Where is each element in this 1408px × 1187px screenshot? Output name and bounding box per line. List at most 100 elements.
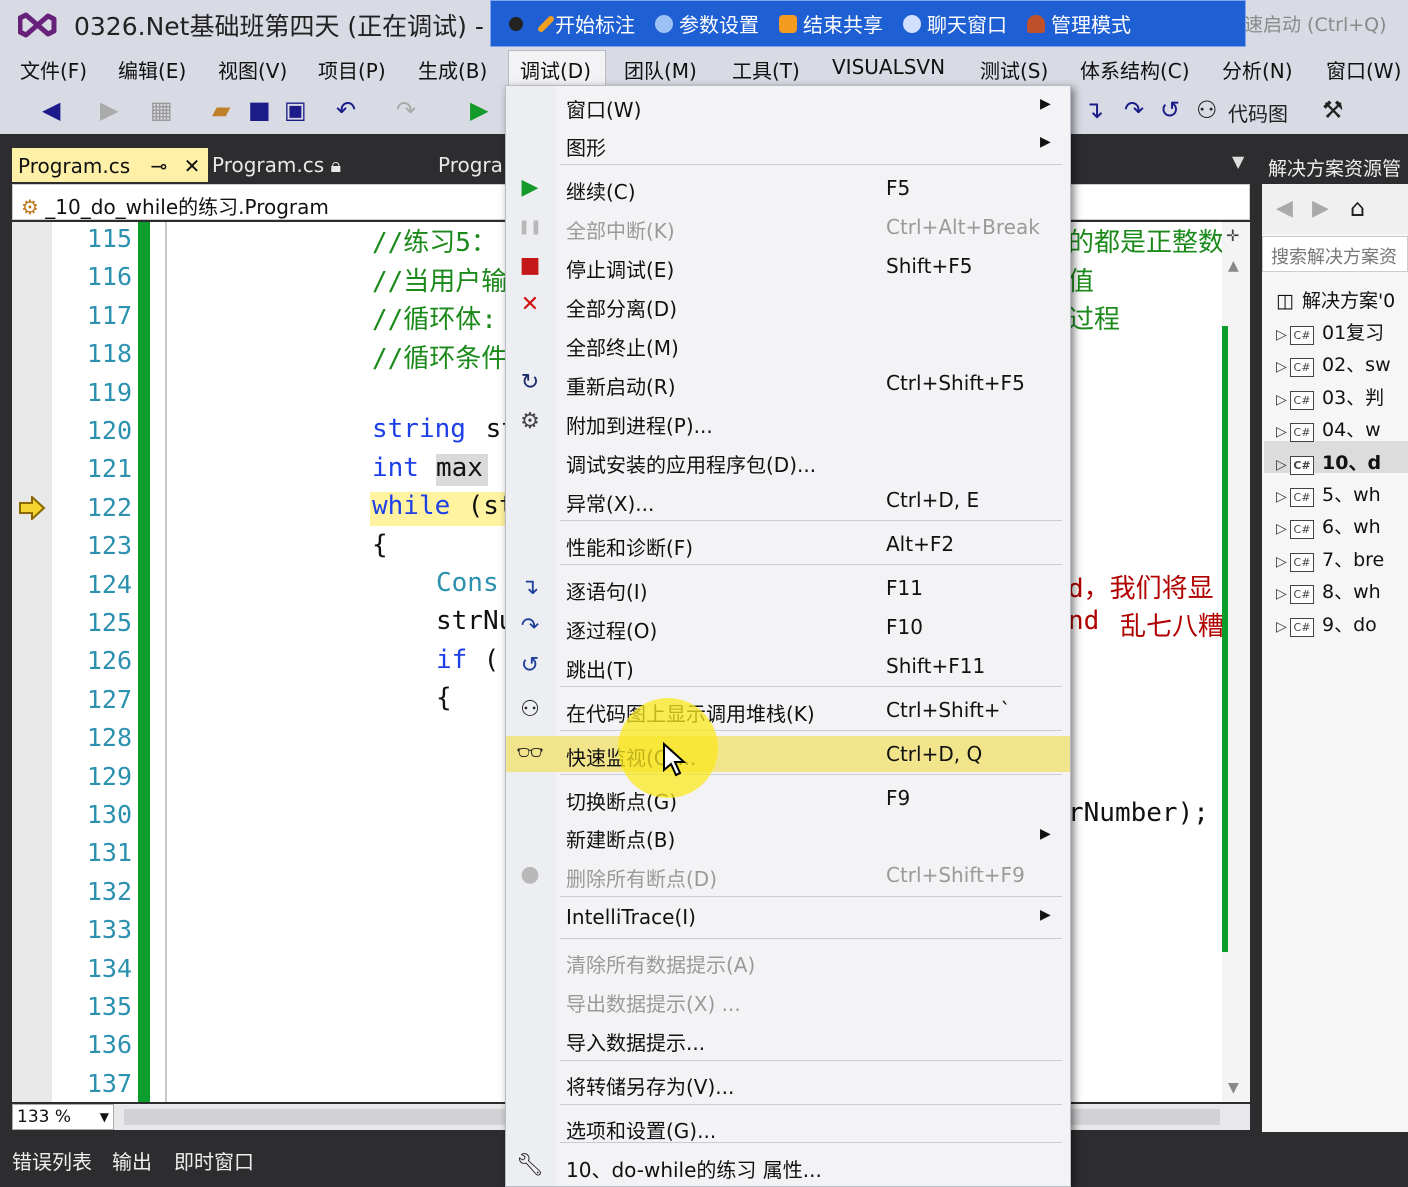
breakpoint-gutter[interactable] bbox=[12, 222, 52, 1102]
debug-menu-item[interactable]: ⚙︎ 附加到进程(P)... bbox=[506, 404, 1070, 440]
debug-menu-item[interactable]: IntelliTrace(I) ▶ bbox=[506, 899, 1070, 935]
menu-debug[interactable]: 调试(D) bbox=[520, 55, 591, 84]
menu-view[interactable]: 视图(V) bbox=[218, 55, 287, 84]
save-icon[interactable]: ■ bbox=[248, 97, 271, 123]
expand-icon[interactable]: ▷ bbox=[1276, 457, 1290, 473]
home-icon[interactable]: ⌂ bbox=[1350, 194, 1365, 222]
tab-program-cs-second[interactable]: Program.cs 🔒︎ bbox=[212, 153, 341, 177]
save-all-icon[interactable]: ▣ bbox=[284, 97, 307, 123]
new-project-icon[interactable]: ▦ bbox=[150, 97, 173, 123]
debug-menu-item[interactable]: 全部终止(M) bbox=[506, 326, 1070, 362]
expand-icon[interactable]: ▷ bbox=[1276, 327, 1290, 343]
tools-extra-icon[interactable]: ⚒ bbox=[1322, 97, 1344, 123]
debug-menu-item[interactable]: 新建断点(B) ▶ bbox=[506, 818, 1070, 854]
debug-menu-item[interactable]: ✕ 全部分离(D) bbox=[506, 287, 1070, 323]
debug-menu-item[interactable]: 将转储另存为(V)... bbox=[506, 1065, 1070, 1101]
menu-build[interactable]: 生成(B) bbox=[418, 55, 487, 84]
scroll-up-icon[interactable]: ▲ bbox=[1228, 258, 1239, 274]
chat-button[interactable]: 聊天窗口 bbox=[903, 9, 1007, 38]
debug-menu-item[interactable]: 导入数据提示... bbox=[506, 1021, 1070, 1057]
expand-icon[interactable]: ▷ bbox=[1276, 424, 1290, 440]
debug-menu-item[interactable]: ■ 停止调试(E) Shift+F5 bbox=[506, 248, 1070, 284]
tab-program-third[interactable]: Progra bbox=[438, 153, 503, 177]
menu-architecture[interactable]: 体系结构(C) bbox=[1080, 55, 1190, 84]
settings-button[interactable]: 参数设置 bbox=[655, 9, 759, 38]
code-map-toolbar-label[interactable]: 代码图 bbox=[1228, 98, 1288, 127]
tab-list-dropdown-icon[interactable]: ▼ bbox=[1232, 152, 1244, 171]
forward-icon[interactable]: ▶ bbox=[1312, 196, 1329, 221]
debug-menu-item[interactable]: 🔧︎ 10、do-while的练习 属性... bbox=[506, 1148, 1070, 1184]
back-icon[interactable]: ◀ bbox=[1276, 196, 1293, 221]
debug-menu-item[interactable]: 窗口(W) ▶ bbox=[506, 88, 1070, 124]
menu-visualsvn[interactable]: VISUALSVN bbox=[832, 55, 945, 79]
project-item[interactable]: ▷ C# 10、d bbox=[1276, 448, 1408, 478]
split-editor-icon[interactable]: ✛ bbox=[1226, 226, 1239, 245]
menu-file[interactable]: 文件(F) bbox=[20, 55, 87, 84]
debug-menu-item[interactable]: 图形 ▶ bbox=[506, 126, 1070, 162]
expand-icon[interactable]: ▷ bbox=[1276, 586, 1290, 602]
start-annotate-button[interactable]: 开始标注 bbox=[536, 9, 635, 38]
step-out-toolbar-icon[interactable]: ↺ bbox=[1160, 97, 1180, 123]
solution-search-input[interactable]: 搜索解决方案资 bbox=[1262, 236, 1408, 272]
solution-root[interactable]: ◫ 解决方案'0 bbox=[1276, 286, 1408, 316]
debug-menu-item[interactable]: 异常(X)... Ctrl+D, E bbox=[506, 482, 1070, 518]
project-item[interactable]: ▷ C# 8、wh bbox=[1276, 577, 1408, 607]
zoom-level-value: 133 % bbox=[17, 1107, 72, 1127]
menu-tools[interactable]: 工具(T) bbox=[732, 55, 800, 84]
redo-icon[interactable]: ↷ bbox=[396, 97, 416, 123]
menu-window[interactable]: 窗口(W) bbox=[1326, 55, 1401, 84]
debug-menu-item[interactable]: ↴ 逐语句(I) F11 bbox=[506, 570, 1070, 606]
scroll-down-icon[interactable]: ▼ bbox=[1228, 1080, 1239, 1096]
end-share-button[interactable]: 结束共享 bbox=[779, 9, 883, 38]
admin-mode-label: 管理模式 bbox=[1051, 13, 1131, 37]
debug-menu-item[interactable]: 选项和设置(G)... bbox=[506, 1109, 1070, 1145]
forward-icon[interactable]: ▶ bbox=[100, 97, 118, 123]
pin-tab-icon[interactable]: ⊸ bbox=[151, 154, 168, 178]
tab-program-cs-active[interactable]: Program.cs ⊸ ✕ bbox=[12, 148, 208, 182]
debug-menu-item[interactable]: 切换断点(G) F9 bbox=[506, 780, 1070, 816]
expand-icon[interactable]: ▷ bbox=[1276, 392, 1290, 408]
project-item[interactable]: ▷ C# 03、判 bbox=[1276, 383, 1408, 413]
expand-icon[interactable]: ▷ bbox=[1276, 619, 1290, 635]
tab-immediate-window[interactable]: 即时窗口 bbox=[174, 1146, 254, 1175]
project-item[interactable]: ▷ C# 5、wh bbox=[1276, 480, 1408, 510]
step-over-toolbar-icon[interactable]: ↷ bbox=[1124, 97, 1144, 123]
project-item[interactable]: ▷ C# 7、bre bbox=[1276, 545, 1408, 575]
menu-project[interactable]: 项目(P) bbox=[318, 55, 386, 84]
debug-menu-item[interactable]: 👓︎快速监视(Q)...Ctrl+D, Q bbox=[506, 736, 1070, 772]
debug-menu-item[interactable]: 调试安装的应用程序包(D)... bbox=[506, 443, 1070, 479]
expand-icon[interactable]: ▷ bbox=[1276, 554, 1290, 570]
tab-output[interactable]: 输出 bbox=[112, 1146, 152, 1175]
debug-menu-item[interactable]: 性能和诊断(F) Alt+F2 bbox=[506, 526, 1070, 562]
debug-menu-item[interactable]: ↷ 逐过程(O) F10 bbox=[506, 609, 1070, 645]
menu-analyze[interactable]: 分析(N) bbox=[1222, 55, 1293, 84]
debug-menu-item[interactable]: ▶ 继续(C) F5 bbox=[506, 170, 1070, 206]
project-item[interactable]: ▷ C# 9、do bbox=[1276, 610, 1408, 640]
expand-icon[interactable]: ▷ bbox=[1276, 521, 1290, 537]
project-item[interactable]: ▷ C# 04、w bbox=[1276, 415, 1408, 445]
step-into-toolbar-icon[interactable]: ↴ bbox=[1084, 97, 1104, 123]
menu-test[interactable]: 测试(S) bbox=[980, 55, 1048, 84]
debug-menu-item[interactable]: ↺ 跳出(T) Shift+F11 bbox=[506, 648, 1070, 684]
project-item[interactable]: ▷ C# 6、wh bbox=[1276, 512, 1408, 542]
zoom-level-select[interactable]: 133 % ▼ bbox=[12, 1104, 114, 1130]
debug-menu-item[interactable]: ↻ 重新启动(R) Ctrl+Shift+F5 bbox=[506, 365, 1070, 401]
continue-icon[interactable]: ▶ bbox=[470, 97, 488, 123]
expand-icon[interactable]: ▷ bbox=[1276, 489, 1290, 505]
quick-launch-input[interactable]: 速启动 (Ctrl+Q) bbox=[1244, 10, 1387, 37]
close-tab-icon[interactable]: ✕ bbox=[184, 154, 201, 178]
tab-error-list[interactable]: 错误列表 bbox=[12, 1146, 92, 1175]
code-map-toolbar-icon[interactable]: ⚇ bbox=[1196, 97, 1218, 123]
open-folder-icon[interactable]: ▰ bbox=[212, 97, 230, 123]
pin-button[interactable] bbox=[509, 16, 523, 31]
menu-team[interactable]: 团队(M) bbox=[624, 55, 697, 84]
undo-icon[interactable]: ↶ bbox=[336, 97, 356, 123]
menu-edit[interactable]: 编辑(E) bbox=[118, 55, 186, 84]
project-item[interactable]: ▷ C# 01复习 bbox=[1276, 318, 1408, 348]
debug-menu-item[interactable]: ⚇在代码图上显示调用堆栈(K)Ctrl+Shift+` bbox=[506, 692, 1070, 728]
back-icon[interactable]: ◀ bbox=[42, 97, 60, 123]
expand-icon[interactable]: ▷ bbox=[1276, 359, 1290, 375]
project-item[interactable]: ▷ C# 02、sw bbox=[1276, 350, 1408, 380]
project-label: 9、do bbox=[1322, 613, 1377, 636]
admin-mode-button[interactable]: 管理模式 bbox=[1027, 9, 1131, 38]
